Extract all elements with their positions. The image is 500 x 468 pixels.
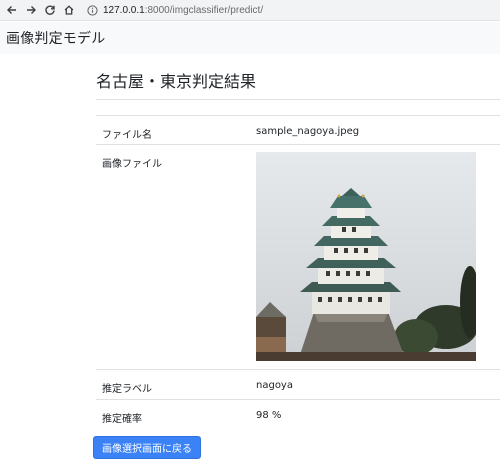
image-file-label: 画像ファイル (96, 144, 250, 370)
predicted-label-value: nagoya (250, 369, 500, 400)
predicted-label-label: 推定ラベル (96, 369, 250, 400)
table-row: 画像ファイル (96, 144, 500, 370)
filename-label: ファイル名 (96, 115, 250, 145)
info-icon[interactable] (87, 4, 98, 16)
result-table: ファイル名 sample_nagoya.jpeg 画像ファイル 推定ラベル na… (96, 115, 500, 430)
url-text: 127.0.0.1:8000/imgclassifier/predict/ (103, 5, 263, 16)
probability-value: 98 % (250, 399, 500, 430)
filename-value: sample_nagoya.jpeg (250, 115, 500, 145)
table-row: ファイル名 sample_nagoya.jpeg (96, 115, 500, 145)
url-path: :8000/imgclassifier/predict/ (144, 4, 264, 16)
main-content: 名古屋・東京判定結果 (96, 68, 500, 100)
browser-toolbar: 127.0.0.1:8000/imgclassifier/predict/ (0, 0, 500, 21)
page-title: 名古屋・東京判定結果 (96, 68, 500, 100)
navbar-brand[interactable]: 画像判定モデル (6, 28, 105, 48)
navbar: 画像判定モデル (0, 22, 500, 54)
address-bar[interactable]: 127.0.0.1:8000/imgclassifier/predict/ (87, 2, 263, 19)
home-icon[interactable] (60, 2, 77, 19)
url-host: 127.0.0.1 (103, 4, 145, 16)
back-to-select-button[interactable]: 画像選択画面に戻る (93, 436, 201, 459)
reload-icon[interactable] (41, 2, 58, 19)
table-row: 推定確率 98 % (96, 399, 500, 430)
arrow-left-icon[interactable] (3, 2, 20, 19)
castle-photo (256, 152, 476, 361)
uploaded-image (256, 152, 476, 361)
arrow-right-icon[interactable] (22, 2, 39, 19)
probability-label: 推定確率 (96, 399, 250, 430)
table-row: 推定ラベル nagoya (96, 369, 500, 400)
image-cell (250, 144, 500, 370)
